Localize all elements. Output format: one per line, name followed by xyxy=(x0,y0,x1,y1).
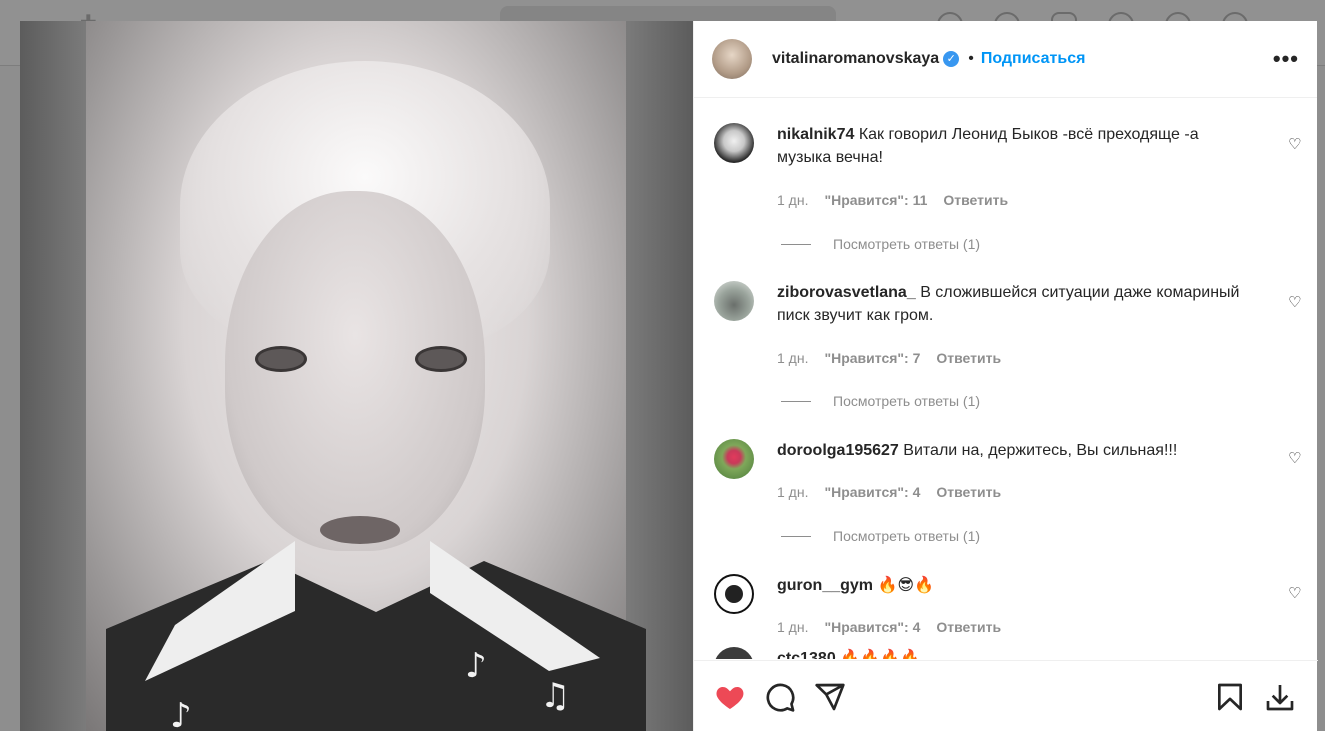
comment-username[interactable]: ctc1380 xyxy=(777,650,836,659)
comment-time: 1 дн. xyxy=(777,619,809,635)
comment-likes[interactable]: "Нравится": 4 xyxy=(824,484,920,500)
comment-text: 🔥🔥🔥🔥 xyxy=(840,650,920,659)
comment-text-block: doroolga195627 Витали на, держитесь, Вы … xyxy=(777,439,1257,462)
view-replies-label: Посмотреть ответы (1) xyxy=(833,528,981,544)
comments-list[interactable]: nikalnik74 Как говорил Леонид Быков -всё… xyxy=(694,99,1318,659)
comment-reply-button[interactable]: Ответить xyxy=(936,484,1001,500)
comment-likes[interactable]: "Нравится": 7 xyxy=(824,350,920,366)
comment-text-block: ziborovasvetlana_ В сложившейся ситуации… xyxy=(777,281,1257,327)
comment-item: guron__gym 🔥😎🔥 ♡ 1 дн. "Нравится": 4 Отв… xyxy=(714,574,1304,644)
comment-like-heart-icon[interactable]: ♡ xyxy=(1288,295,1304,311)
avatar-logo-mark xyxy=(725,585,743,603)
video-subject-eye-right xyxy=(415,346,467,372)
comment-item: doroolga195627 Витали на, держитесь, Вы … xyxy=(714,439,1304,559)
comment-username[interactable]: ziborovasvetlana_ xyxy=(777,284,916,301)
comment-like-heart-icon[interactable]: ♡ xyxy=(1288,451,1304,467)
comment-meta: 1 дн. "Нравится": 4 Ответить xyxy=(777,484,1001,500)
comment-time: 1 дн. xyxy=(777,350,809,366)
comment-likes[interactable]: "Нравится": 4 xyxy=(824,619,920,635)
post-actions-bar xyxy=(694,660,1318,731)
comment-username[interactable]: guron__gym xyxy=(777,577,873,594)
author-username[interactable]: vitalinaromanovskaya xyxy=(772,50,939,68)
comment-reply-button[interactable]: Ответить xyxy=(936,619,1001,635)
comment-icon[interactable] xyxy=(764,681,796,713)
music-note-glyph: ♫ xyxy=(540,676,571,716)
view-replies-label: Посмотреть ответы (1) xyxy=(833,236,981,252)
bookmark-icon[interactable] xyxy=(1214,681,1246,713)
share-icon[interactable] xyxy=(814,681,846,713)
comment-item: ziborovasvetlana_ В сложившейся ситуации… xyxy=(714,281,1304,421)
comment-text-block: ctc1380 🔥🔥🔥🔥 xyxy=(777,647,1257,659)
verified-badge-icon: ✓ xyxy=(943,51,960,67)
comment-item: ctc1380 🔥🔥🔥🔥 xyxy=(714,647,1304,659)
replies-divider xyxy=(781,400,811,402)
video-subject-eye-left xyxy=(255,346,307,372)
post-modal: ♪ ♫ ♪ vitalinaromanovskaya ✓ • Подписать… xyxy=(20,21,1318,731)
view-replies-button[interactable]: Посмотреть ответы (1) xyxy=(777,528,980,544)
post-header: vitalinaromanovskaya ✓ • Подписаться ••• xyxy=(694,21,1317,98)
replies-divider xyxy=(781,243,811,245)
author-avatar[interactable] xyxy=(712,39,752,79)
comment-username[interactable]: nikalnik74 xyxy=(777,126,854,143)
comment-text: Витали на, держитесь, Вы сильная!!! xyxy=(903,442,1178,459)
more-options-icon[interactable]: ••• xyxy=(1273,46,1299,72)
header-separator: • xyxy=(968,50,974,67)
comment-like-heart-icon[interactable]: ♡ xyxy=(1288,137,1304,153)
comment-time: 1 дн. xyxy=(777,192,809,208)
comment-text-block: nikalnik74 Как говорил Леонид Быков -всё… xyxy=(777,123,1257,169)
comment-meta: 1 дн. "Нравится": 11 Ответить xyxy=(777,192,1008,208)
comment-likes[interactable]: "Нравится": 11 xyxy=(824,192,927,208)
comment-item: nikalnik74 Как говорил Леонид Быков -всё… xyxy=(714,123,1304,263)
video-letterbox-left xyxy=(20,21,86,731)
comment-avatar[interactable] xyxy=(714,281,754,321)
view-replies-label: Посмотреть ответы (1) xyxy=(833,393,981,409)
comment-avatar[interactable] xyxy=(714,574,754,614)
comment-time: 1 дн. xyxy=(777,484,809,500)
comment-meta: 1 дн. "Нравится": 4 Ответить xyxy=(777,619,1001,635)
view-replies-button[interactable]: Посмотреть ответы (1) xyxy=(777,236,980,252)
video-letterbox-right xyxy=(626,21,693,731)
comment-username[interactable]: doroolga195627 xyxy=(777,442,899,459)
comment-text-block: guron__gym 🔥😎🔥 xyxy=(777,574,1257,597)
comment-avatar[interactable] xyxy=(714,647,754,659)
post-side-panel: vitalinaromanovskaya ✓ • Подписаться •••… xyxy=(693,21,1318,731)
follow-button[interactable]: Подписаться xyxy=(981,50,1086,68)
comment-like-heart-icon[interactable]: ♡ xyxy=(1288,586,1304,602)
comment-reply-button[interactable]: Ответить xyxy=(943,192,1008,208)
comment-reply-button[interactable]: Ответить xyxy=(936,350,1001,366)
video-subject-mouth xyxy=(320,516,400,544)
post-video[interactable]: ♪ ♫ ♪ xyxy=(20,21,693,731)
comment-avatar[interactable] xyxy=(714,123,754,163)
heart-icon[interactable] xyxy=(714,681,746,713)
music-note-glyph: ♪ xyxy=(465,646,487,686)
download-icon[interactable] xyxy=(1264,681,1296,713)
comment-avatar[interactable] xyxy=(714,439,754,479)
comment-meta: 1 дн. "Нравится": 7 Ответить xyxy=(777,350,1001,366)
comment-text: 🔥😎🔥 xyxy=(877,577,934,594)
view-replies-button[interactable]: Посмотреть ответы (1) xyxy=(777,393,980,409)
music-note-glyph: ♪ xyxy=(170,696,192,731)
replies-divider xyxy=(781,535,811,537)
